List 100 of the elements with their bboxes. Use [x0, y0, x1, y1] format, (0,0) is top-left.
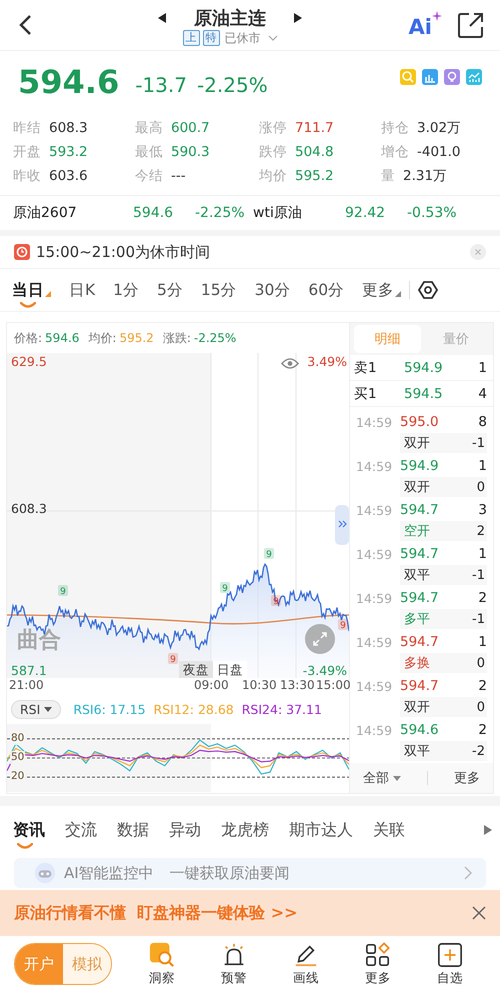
position-change: -1	[472, 612, 485, 627]
trade-time: 14:59	[356, 414, 394, 430]
period-tab[interactable]: 30分	[254, 280, 290, 309]
sparkle-icon	[432, 11, 442, 21]
percent-change: -2.25%	[196, 73, 268, 97]
trade-volume: 2	[478, 590, 487, 606]
grid-icon[interactable]	[365, 942, 391, 968]
news-tab[interactable]: 期市达人	[289, 810, 353, 850]
period-tab[interactable]: 5分	[157, 280, 183, 309]
trade-volume: 3	[478, 502, 487, 518]
order-side: 买1	[354, 384, 378, 403]
ai-button[interactable]: Ai	[408, 11, 442, 39]
smile-underline	[17, 843, 33, 849]
settings-icon[interactable]	[418, 280, 438, 300]
stat-value: 595.2	[295, 168, 334, 184]
filter-dropdown[interactable]: 全部	[363, 769, 401, 788]
trade-volume: 1	[478, 634, 487, 650]
trade-time: 14:59	[356, 590, 394, 606]
stat-label: 量	[381, 167, 395, 185]
lightbulb-icon[interactable]	[444, 69, 460, 85]
news-tab[interactable]: 交流	[65, 810, 97, 850]
period-tab[interactable]: 当日	[12, 280, 51, 309]
share-icon[interactable]	[458, 12, 484, 38]
axis-label: 608.3	[11, 501, 47, 516]
trade-time: 14:59	[356, 458, 394, 474]
indicator-dropdown[interactable]: RSI	[11, 700, 62, 718]
stat-value: 608.3	[49, 120, 88, 136]
nav-label[interactable]: 更多	[365, 970, 391, 986]
period-tab[interactable]: 15分	[200, 280, 237, 309]
stat-label: 昨结	[13, 119, 41, 137]
stat-label: 今结	[135, 167, 163, 185]
nav-label[interactable]: 预警	[221, 970, 247, 986]
chevron-right-icon	[464, 866, 472, 880]
order-price: 594.9	[404, 360, 444, 376]
time-label: 13:30	[280, 678, 315, 692]
eye-icon[interactable]	[281, 357, 299, 370]
stat-label: 最低	[135, 143, 163, 161]
add-icon[interactable]	[437, 942, 463, 968]
back-icon[interactable]	[18, 14, 32, 36]
trade-time: 14:59	[356, 546, 394, 562]
stat-label: 昨收	[13, 167, 41, 185]
chart-info-label: 均价:	[88, 330, 116, 346]
chart-info-value: 595.2	[119, 331, 154, 345]
signal-marker: 9	[338, 619, 348, 631]
exchange-tag: 上	[182, 30, 200, 46]
stat-label: 均价	[259, 167, 287, 185]
nav-label[interactable]: 画线	[293, 970, 319, 986]
time-label: 09:00	[194, 678, 229, 692]
signal-marker: 9	[264, 548, 274, 560]
stat-value: ---	[171, 168, 186, 184]
trade-type: 双开	[404, 479, 431, 496]
stat-label: 增仓	[381, 143, 409, 161]
session-toggle[interactable]: 夜盘	[179, 661, 213, 678]
stat-value: 711.7	[295, 120, 334, 136]
contract-name[interactable]: wti原油	[253, 204, 345, 222]
period-tab[interactable]: 更多	[362, 280, 402, 309]
rsi-value: RSI6: 17.15	[73, 702, 146, 716]
nav-label[interactable]: 自选	[437, 970, 463, 986]
chart-info-label: 价格:	[14, 330, 42, 346]
axis-label: 3.49%	[307, 354, 347, 369]
trade-price: 594.7	[400, 546, 440, 562]
collapse-tab-icon[interactable]	[335, 505, 349, 545]
trade-price: 594.9	[400, 458, 440, 474]
time-label: 21:00	[9, 678, 44, 692]
chart-info-label: 涨跌:	[162, 330, 191, 346]
closing-notice: 15:00~21:00为休市时间	[36, 242, 210, 262]
trade-price: 595.0	[400, 414, 440, 430]
trade-volume: 1	[478, 546, 487, 562]
signal-marker: 9	[220, 582, 230, 594]
period-tab[interactable]: 日K	[69, 280, 96, 309]
ai-card-text: 一键获取原油要闻	[170, 864, 290, 882]
previous-icon[interactable]	[158, 12, 166, 22]
nav-label[interactable]: 洞察	[149, 970, 175, 986]
smile-underline	[20, 302, 36, 308]
signal-marker: 9	[58, 585, 68, 597]
contract-change: -0.53%	[407, 205, 457, 221]
axis-label: -3.49%	[302, 663, 347, 678]
banner-text: 原油行情看不懂 盯盘神器一键体验 >>	[14, 902, 299, 924]
axis-label: 587.1	[11, 663, 47, 678]
scroll-right-icon[interactable]	[484, 825, 492, 835]
period-tab[interactable]: 1分	[113, 280, 140, 309]
more-button[interactable]: 更多	[454, 769, 480, 788]
news-tab[interactable]: 资讯	[13, 810, 45, 850]
stat-value: 590.3	[171, 144, 210, 160]
close-icon[interactable]	[472, 906, 486, 920]
news-tab[interactable]: 数据	[117, 810, 149, 850]
chevron-down-icon[interactable]	[268, 35, 278, 41]
position-change: 0	[476, 656, 485, 671]
bar-chart-icon[interactable]	[422, 69, 438, 85]
position-change: 2	[476, 524, 485, 539]
period-tab[interactable]: 60分	[308, 280, 344, 309]
stat-value: 3.02万	[417, 119, 462, 137]
news-tab[interactable]: 异动	[169, 810, 201, 850]
news-tab[interactable]: 龙虎榜	[221, 810, 269, 850]
page-title: 原油主连	[194, 6, 266, 30]
photo-magnifier-icon[interactable]	[149, 942, 175, 968]
contract-name[interactable]: 原油2607	[13, 204, 133, 222]
news-tab[interactable]: 关联	[373, 810, 405, 850]
next-icon[interactable]	[294, 12, 302, 22]
position-change: -1	[472, 568, 485, 583]
